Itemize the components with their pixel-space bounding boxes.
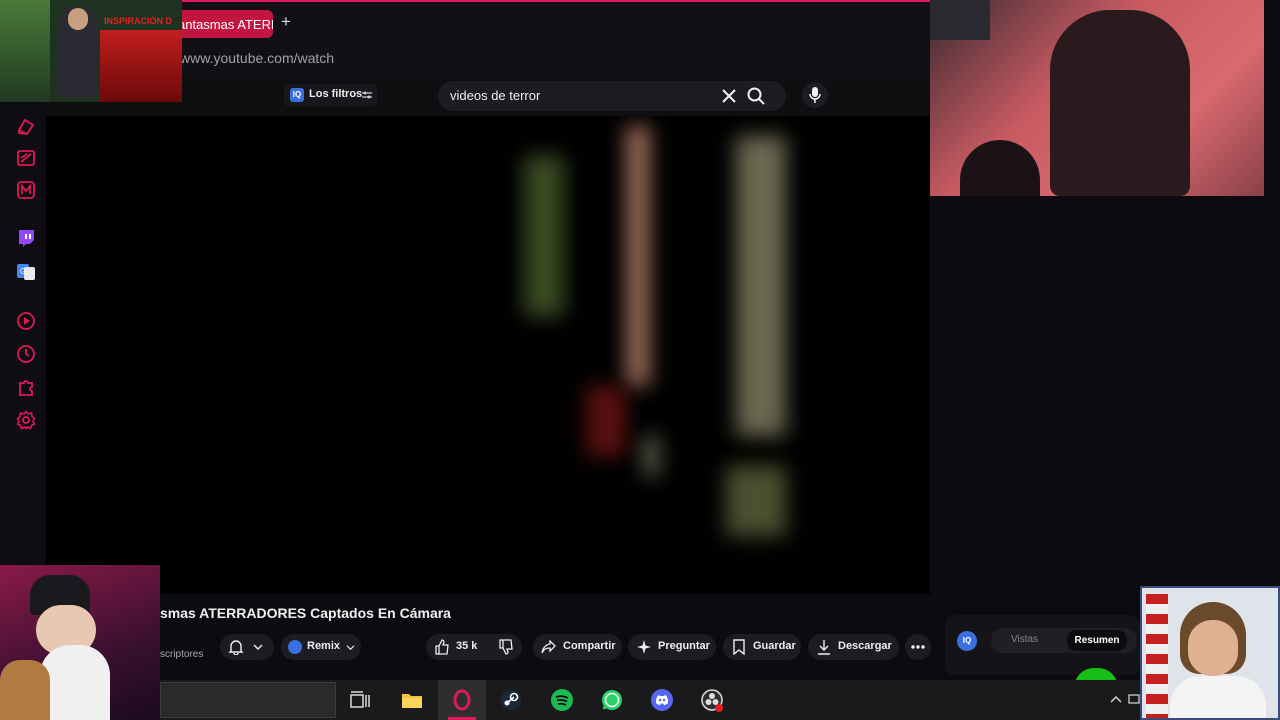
chevron-down-icon xyxy=(253,644,263,650)
keyboard-layout-icon[interactable] xyxy=(1128,693,1140,705)
video-frame-shape xyxy=(586,386,626,456)
task-view-icon[interactable] xyxy=(348,688,372,712)
search-query[interactable]: videos de terror xyxy=(450,88,540,103)
spotify-icon[interactable] xyxy=(550,688,574,712)
cartoon-beard xyxy=(40,645,110,720)
save-label: Guardar xyxy=(753,640,796,652)
taskbar xyxy=(160,680,1140,720)
thumbnail-art xyxy=(0,0,50,102)
more-icon xyxy=(911,645,925,649)
new-tab-button[interactable]: + xyxy=(278,13,294,30)
remix-label: Remix xyxy=(307,640,341,652)
cartoon-character xyxy=(0,660,50,720)
iq-logo-icon: IQ xyxy=(957,631,977,651)
bookmark-icon xyxy=(733,639,745,655)
webcam-overlay xyxy=(930,0,1264,196)
stream-thumbnail-overlay: INSPIRACIÓN D xyxy=(0,0,182,102)
sparkle-icon xyxy=(637,640,651,654)
ask-label: Preguntar xyxy=(658,640,710,652)
svg-text:G: G xyxy=(20,267,26,276)
puzzle-icon[interactable] xyxy=(16,377,36,397)
filters-button[interactable]: IQ Los filtros xyxy=(284,84,377,106)
chevron-down-icon xyxy=(346,645,355,651)
microphone-icon xyxy=(809,87,821,103)
cartoon-overlay xyxy=(0,565,160,720)
thumbnail-caption: INSPIRACIÓN D xyxy=(104,16,173,26)
obs-icon[interactable] xyxy=(700,688,724,712)
like-dislike-group: 35 k xyxy=(426,634,522,660)
flag-graphic xyxy=(1146,594,1168,718)
iq-logo-icon: IQ xyxy=(290,88,304,102)
slash-icon[interactable] xyxy=(16,148,36,168)
download-icon xyxy=(818,640,830,655)
summary-panel: IQ Vistas Resumen xyxy=(945,615,1140,675)
share-label: Compartir xyxy=(563,640,616,652)
download-label: Descargar xyxy=(838,640,892,652)
download-button[interactable]: Descargar xyxy=(808,634,899,660)
tab-views[interactable]: Vistas xyxy=(1011,634,1038,645)
video-player[interactable] xyxy=(46,116,930,594)
bell-icon xyxy=(228,640,244,655)
file-explorer-icon[interactable] xyxy=(400,688,424,712)
search-input[interactable]: videos de terror xyxy=(438,81,786,111)
taskbar-opera-gx[interactable] xyxy=(438,680,486,720)
iq-logo-icon xyxy=(288,640,302,654)
video-frame-shape xyxy=(626,126,650,386)
video-frame-shape xyxy=(726,466,786,536)
thumbs-down-icon[interactable] xyxy=(498,639,514,655)
tab-title: antasmas ATERRADORES Captados En Cámara xyxy=(178,17,273,32)
twitch-icon[interactable] xyxy=(16,228,36,248)
whatsapp-icon[interactable] xyxy=(600,688,624,712)
m-icon[interactable] xyxy=(16,180,36,200)
more-actions-button[interactable] xyxy=(905,634,931,660)
thumbs-up-icon[interactable] xyxy=(434,639,450,655)
remix-button[interactable]: Remix xyxy=(281,634,361,660)
ask-button[interactable]: Preguntar xyxy=(628,634,716,660)
thumbnail-art xyxy=(100,30,182,102)
play-icon[interactable] xyxy=(16,311,36,331)
video-title: smas ATERRADORES Captados En Cámara xyxy=(160,605,451,621)
search-icon[interactable] xyxy=(746,86,766,106)
tab-summary[interactable]: Resumen xyxy=(1067,630,1127,651)
steam-icon[interactable] xyxy=(499,688,523,712)
voice-search-button[interactable] xyxy=(802,82,828,108)
browser-tab[interactable]: antasmas ATERRADORES Captados En Cámara xyxy=(170,10,273,38)
save-button[interactable]: Guardar xyxy=(723,634,801,660)
chevron-up-icon[interactable] xyxy=(1110,694,1122,704)
video-frame-shape xyxy=(524,156,564,316)
share-button[interactable]: Compartir xyxy=(533,634,622,660)
clock-icon[interactable] xyxy=(16,344,36,364)
opera-gx-icon xyxy=(453,689,471,711)
books-icon[interactable] xyxy=(16,116,36,136)
url-text[interactable]: www.youtube.com/watch xyxy=(180,50,334,66)
browser-sidebar: G xyxy=(0,104,46,564)
astronaut-suit xyxy=(1170,676,1266,718)
webcam-microphone xyxy=(960,140,1040,196)
thumbnail-face xyxy=(68,8,88,30)
like-count[interactable]: 35 k xyxy=(456,640,477,652)
subscriber-count: scriptores xyxy=(160,649,204,660)
video-frame-shape xyxy=(736,136,786,436)
close-icon[interactable] xyxy=(720,87,738,105)
webcam-person xyxy=(1050,10,1190,196)
video-frame-shape xyxy=(644,436,658,476)
astronaut-face xyxy=(1188,620,1238,676)
gear-icon[interactable] xyxy=(16,410,36,430)
translate-icon[interactable]: G xyxy=(16,262,36,282)
share-icon xyxy=(541,640,556,654)
notifications-button[interactable] xyxy=(220,634,274,660)
astronaut-overlay xyxy=(1140,586,1280,720)
webcam-monitor xyxy=(930,0,990,40)
discord-icon[interactable] xyxy=(650,688,674,712)
filters-label: Los filtros xyxy=(309,88,363,100)
sliders-icon xyxy=(362,91,372,99)
view-toggle: Vistas Resumen xyxy=(991,628,1137,653)
taskbar-search[interactable] xyxy=(160,682,336,718)
